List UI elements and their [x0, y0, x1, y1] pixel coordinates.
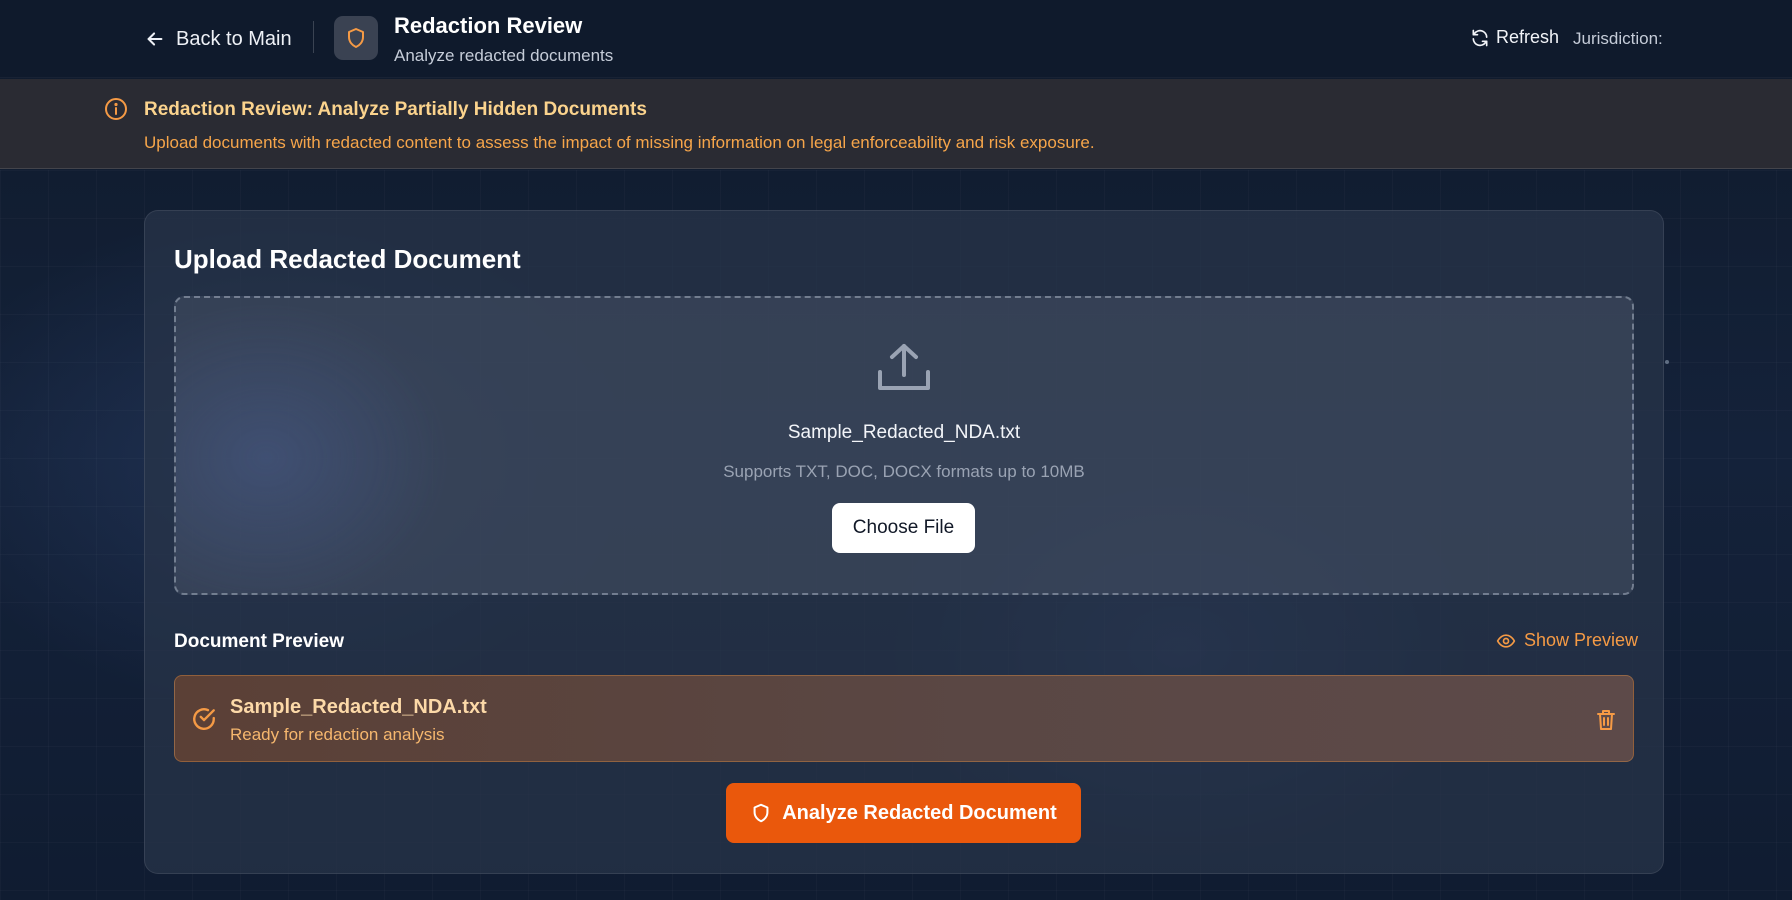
eye-icon — [1496, 633, 1516, 648]
back-to-main-label: Back to Main — [176, 27, 292, 50]
banner-description: Upload documents with redacted content t… — [144, 133, 1095, 152]
page-title: Redaction Review — [394, 13, 583, 38]
choose-file-button[interactable]: Choose File — [832, 503, 975, 553]
upload-icon — [878, 344, 930, 390]
jurisdiction-label: Jurisdiction: — [1573, 29, 1663, 48]
analyze-button-label: Analyze Redacted Document — [782, 801, 1057, 824]
decorative-dot — [1665, 360, 1669, 364]
analyze-redacted-document-button[interactable]: Analyze Redacted Document — [726, 783, 1081, 843]
app-logo — [334, 16, 378, 60]
supported-formats-text: Supports TXT, DOC, DOCX formats up to 10… — [723, 462, 1085, 481]
info-icon — [105, 98, 127, 120]
document-preview-heading: Document Preview — [174, 631, 344, 652]
trash-icon[interactable] — [1596, 709, 1616, 731]
refresh-button[interactable]: Refresh — [1470, 27, 1559, 48]
uploaded-file-status: Ready for redaction analysis — [230, 725, 445, 744]
show-preview-label: Show Preview — [1524, 630, 1639, 650]
shield-icon — [348, 28, 364, 48]
page-subtitle: Analyze redacted documents — [394, 46, 614, 65]
banner-title: Redaction Review: Analyze Partially Hidd… — [144, 99, 647, 120]
header-divider — [313, 21, 314, 53]
show-preview-button[interactable]: Show Preview — [1496, 630, 1638, 651]
arrow-left-icon — [147, 32, 163, 46]
refresh-label: Refresh — [1496, 27, 1560, 47]
refresh-icon — [1472, 29, 1488, 46]
upload-card-title: Upload Redacted Document — [174, 244, 521, 274]
check-circle-icon — [193, 708, 215, 730]
info-banner — [0, 79, 1792, 169]
shield-icon — [753, 803, 769, 823]
uploaded-file-name: Sample_Redacted_NDA.txt — [230, 696, 487, 718]
back-to-main-button[interactable]: Back to Main — [144, 24, 292, 54]
selected-file-name: Sample_Redacted_NDA.txt — [787, 422, 1021, 443]
